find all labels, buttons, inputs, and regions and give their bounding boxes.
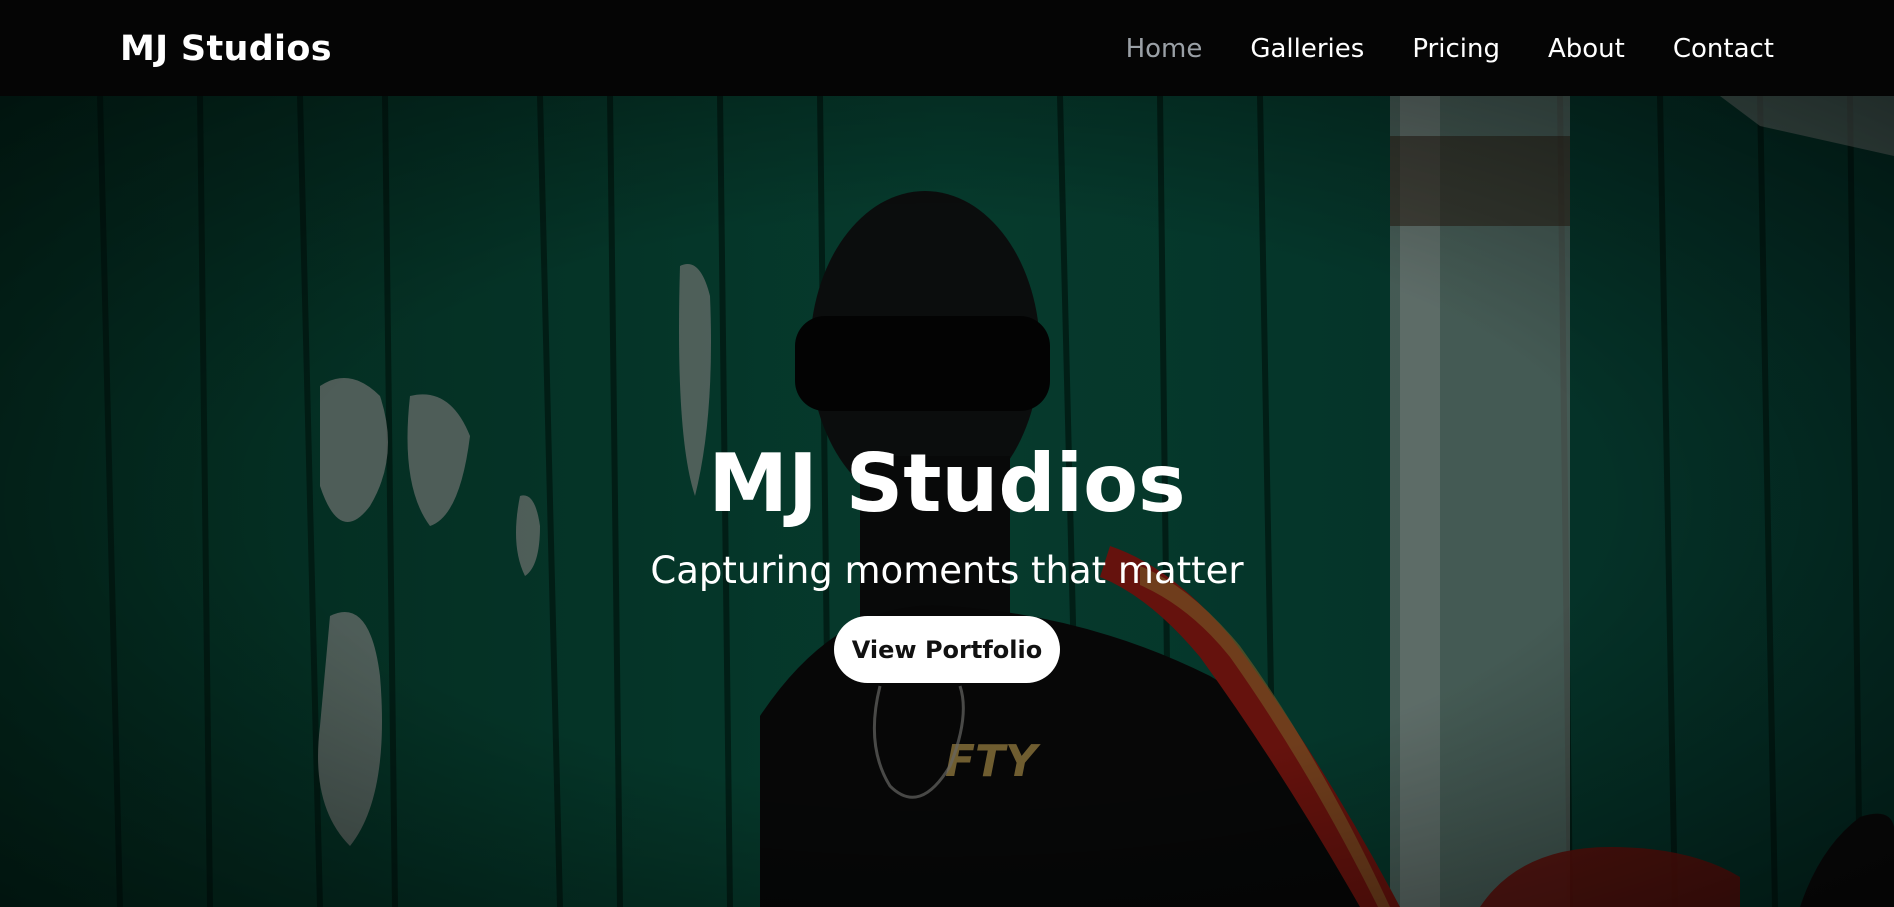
nav-link-contact[interactable]: Contact — [1673, 30, 1774, 68]
hero-title: MJ Studios — [708, 437, 1186, 530]
brand-logo[interactable]: MJ Studios — [120, 28, 332, 70]
hero-section: FTY MJ Studios Capturing moments that ma… — [0, 96, 1894, 907]
nav-link-pricing[interactable]: Pricing — [1412, 30, 1500, 68]
view-portfolio-button[interactable]: View Portfolio — [834, 616, 1060, 683]
hero-content: MJ Studios Capturing moments that matter… — [0, 96, 1894, 907]
hero-subtitle: Capturing moments that matter — [650, 549, 1244, 592]
nav-link-home[interactable]: Home — [1126, 30, 1203, 68]
nav-link-about[interactable]: About — [1548, 30, 1625, 68]
top-navbar: MJ Studios Home Galleries Pricing About … — [0, 0, 1894, 96]
nav-link-galleries[interactable]: Galleries — [1250, 30, 1364, 68]
main-nav: Home Galleries Pricing About Contact — [1126, 30, 1774, 68]
